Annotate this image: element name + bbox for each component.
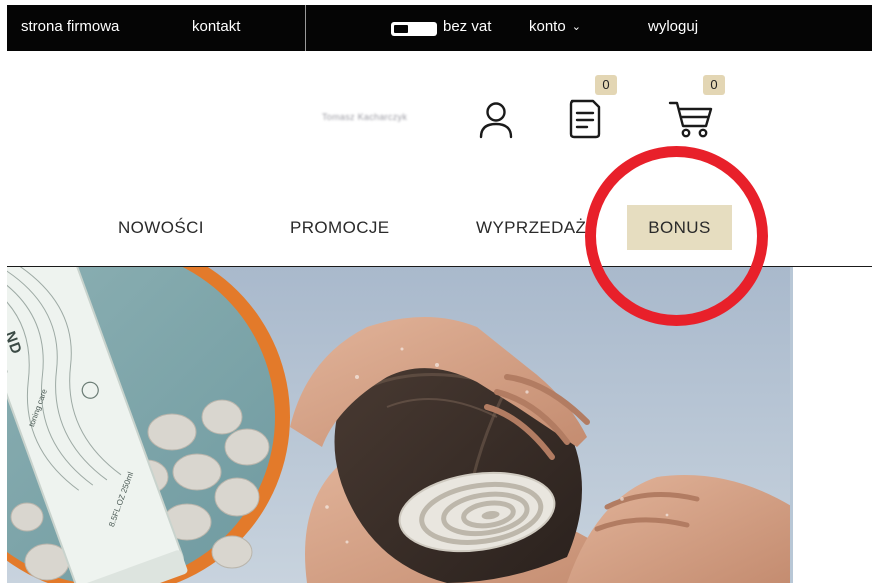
topbar-divider (305, 5, 306, 51)
account-menu[interactable]: konto ⌄ (529, 18, 581, 37)
list-badge: 0 (595, 75, 617, 95)
nav-item-bonus[interactable]: BONUS (627, 205, 732, 250)
user-icon[interactable] (478, 100, 514, 145)
chevron-down-icon: ⌄ (571, 21, 581, 33)
hero-edge (790, 267, 793, 583)
cart-badge: 0 (703, 75, 725, 95)
contact-link[interactable]: kontakt (192, 18, 240, 36)
nav-item-new[interactable]: NOWOŚCI (118, 218, 204, 238)
vat-toggle-knob (394, 25, 408, 33)
logout-link[interactable]: wyloguj (648, 18, 698, 36)
nav-item-sale[interactable]: WYPRZEDAŻ (476, 218, 586, 238)
vat-toggle[interactable] (391, 22, 437, 36)
company-site-link[interactable]: strona firmowa (21, 18, 119, 36)
shopping-cart-icon[interactable] (668, 98, 714, 145)
user-name: Tomasz Kacharczyk (322, 112, 408, 122)
nav-item-promotions[interactable]: PROMOCJE (290, 218, 390, 238)
vat-toggle-label[interactable]: bez vat (443, 18, 491, 36)
top-bar: strona firmowa kontakt bez vat konto ⌄ wy… (7, 5, 872, 51)
account-menu-label: konto (529, 18, 566, 35)
hero-banner[interactable]: ND OR EM toning care 8.5FL.OZ 250ml (7, 267, 793, 583)
document-list-icon[interactable] (567, 98, 603, 145)
